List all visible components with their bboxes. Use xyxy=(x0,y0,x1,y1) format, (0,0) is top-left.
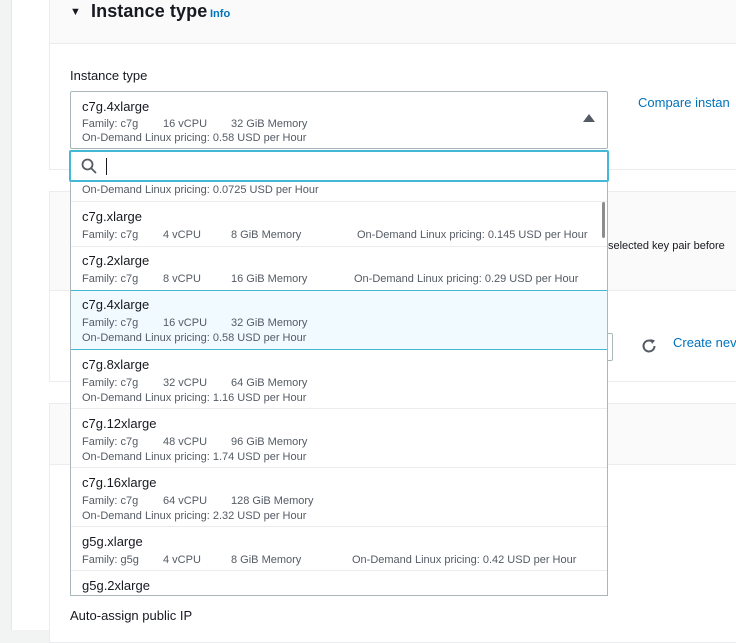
list-item-partial[interactable]: On-Demand Linux pricing: 0.0725 USD per … xyxy=(71,182,607,202)
section-title: Instance type xyxy=(91,1,208,21)
collapse-caret-icon[interactable]: ▼ xyxy=(70,6,81,18)
selected-instance-specs: Family: c7g 16 vCPU 32 GiB Memory xyxy=(82,118,308,130)
option-name: g5g.2xlarge xyxy=(82,578,150,593)
option-name: c7g.2xlarge xyxy=(82,253,150,268)
instance-type-label: Instance type xyxy=(70,68,148,83)
option-specs: Family: g5g 4 vCPU 8 GiB Memory On-Demand L… xyxy=(82,554,577,566)
list-item[interactable]: c7g.16xlarge Family: c7g 64 vCPU 128 GiB M… xyxy=(71,468,607,527)
option-specs: Family: c7g 4 vCPU 8 GiB Memory On-Demand L… xyxy=(82,229,588,241)
selected-instance-pricing: On-Demand Linux pricing: 0.58 USD per Ho… xyxy=(82,132,307,144)
option-specs: Family: c7g 48 vCPU 96 GiB Memory xyxy=(82,436,308,448)
option-pricing: On-Demand Linux pricing: 2.32 USD per Ho… xyxy=(82,510,307,522)
list-item[interactable]: c7g.8xlarge Family: c7g 32 vCPU 64 GiB Mem… xyxy=(71,350,607,409)
create-new-key-pair-link[interactable]: Create nev xyxy=(673,335,736,350)
option-name: c7g.xlarge xyxy=(82,209,142,224)
list-item-selected[interactable]: c7g.4xlarge Family: c7g 16 vCPU 32 GiB Mem… xyxy=(71,290,607,350)
option-specs: Family: c7g 8 vCPU 16 GiB Memory On-Demand … xyxy=(82,273,579,285)
option-name: c7g.4xlarge xyxy=(82,297,150,312)
compare-instance-types-link[interactable]: Compare instan xyxy=(638,95,730,110)
option-specs: Family: c7g 64 vCPU 128 GiB Memory xyxy=(82,495,314,507)
option-pricing: On-Demand Linux pricing: 0.42 USD per Ho… xyxy=(352,554,577,566)
option-specs: Family: c7g 32 vCPU 64 GiB Memory xyxy=(82,377,308,389)
instance-type-search-input[interactable] xyxy=(69,150,609,182)
option-pricing: On-Demand Linux pricing: 0.58 USD per Ho… xyxy=(82,332,307,344)
info-link[interactable]: Info xyxy=(210,8,230,20)
text-cursor xyxy=(106,158,107,175)
list-item[interactable]: c7g.2xlarge Family: c7g 8 vCPU 16 GiB Memo… xyxy=(71,247,607,291)
option-specs: Family: c7g 16 vCPU 32 GiB Memory xyxy=(82,317,308,329)
list-item[interactable]: g5g.xlarge Family: g5g 4 vCPU 8 GiB Memory… xyxy=(71,527,607,571)
list-item[interactable]: g5g.2xlarge xyxy=(71,571,607,595)
option-pricing: On-Demand Linux pricing: 0.0725 USD per … xyxy=(82,184,319,196)
option-name: g5g.xlarge xyxy=(82,534,143,549)
left-gutter xyxy=(0,0,12,630)
caret-up-icon[interactable] xyxy=(583,114,595,122)
search-icon xyxy=(81,158,97,174)
option-name: c7g.12xlarge xyxy=(82,416,157,431)
option-name: c7g.16xlarge xyxy=(82,475,157,490)
list-item[interactable]: c7g.xlarge Family: c7g 4 vCPU 8 GiB Memory… xyxy=(71,202,607,247)
option-pricing: On-Demand Linux pricing: 0.29 USD per Ho… xyxy=(354,273,579,285)
option-name: c7g.8xlarge xyxy=(82,357,150,372)
dropdown-scrollbar[interactable] xyxy=(602,202,605,238)
option-pricing: On-Demand Linux pricing: 1.16 USD per Ho… xyxy=(82,392,307,404)
option-pricing: On-Demand Linux pricing: 1.74 USD per Ho… xyxy=(82,451,307,463)
auto-assign-public-ip-label: Auto-assign public IP xyxy=(70,608,193,623)
list-item[interactable]: c7g.12xlarge Family: c7g 48 vCPU 96 GiB Me… xyxy=(71,409,607,468)
key-pair-description: selected key pair before xyxy=(608,240,725,252)
instance-type-dropdown[interactable]: On-Demand Linux pricing: 0.0725 USD per … xyxy=(70,182,608,596)
selected-instance-name: c7g.4xlarge xyxy=(82,99,150,114)
option-pricing: On-Demand Linux pricing: 0.145 USD per H… xyxy=(357,229,588,241)
refresh-icon[interactable] xyxy=(640,337,658,355)
instance-type-select[interactable]: c7g.4xlarge Family: c7g 16 vCPU 32 GiB Mem… xyxy=(70,91,608,149)
